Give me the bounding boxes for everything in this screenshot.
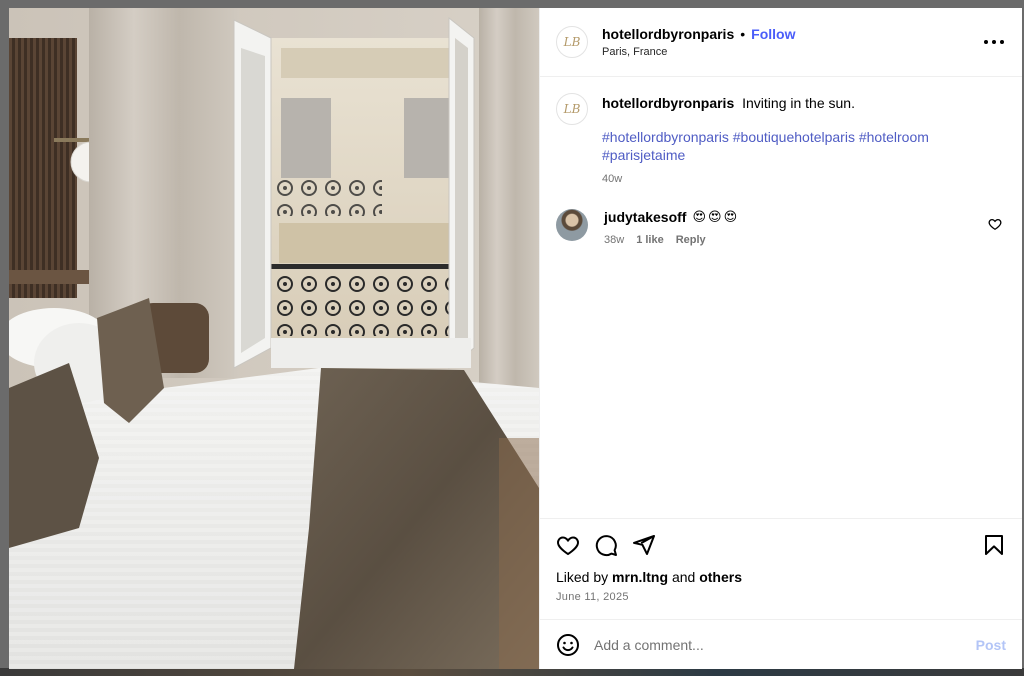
avatar-monogram: LB xyxy=(563,102,581,116)
post-panel: LB hotellordbyronparis • Follow Paris, F… xyxy=(539,8,1022,669)
comment-icon[interactable] xyxy=(594,533,618,557)
header-username[interactable]: hotellordbyronparis xyxy=(602,26,734,42)
backdrop-strip xyxy=(0,668,1024,676)
hashtag-link[interactable]: #boutiquehotelparis xyxy=(733,129,855,145)
hashtag-link[interactable]: #hotelroom xyxy=(859,129,929,145)
caption-body: hotellordbyronparis Inviting in the sun.… xyxy=(602,93,942,188)
account-avatar[interactable]: LB xyxy=(556,26,588,58)
comment-likes[interactable]: 1 like xyxy=(636,234,664,246)
hashtag-link[interactable]: #hotellordbyronparis xyxy=(602,129,729,145)
comment-like-icon[interactable] xyxy=(988,217,1002,231)
comment-text: 😍😍😍 xyxy=(692,209,740,224)
add-comment-bar: Post xyxy=(540,619,1022,669)
hashtag-link[interactable]: #parisjetaime xyxy=(602,147,685,163)
comment-body: judytakesoff 😍😍😍 38w 1 like Reply xyxy=(604,209,739,246)
comments-section: LB hotellordbyronparis Inviting in the s… xyxy=(540,77,1022,518)
comment-age[interactable]: 38w xyxy=(604,234,624,246)
liked-prefix: Liked by xyxy=(556,569,609,585)
caption: LB hotellordbyronparis Inviting in the s… xyxy=(556,93,1006,188)
comment-username[interactable]: judytakesoff xyxy=(604,209,686,225)
header-text: hotellordbyronparis • Follow Paris, Fran… xyxy=(602,26,795,58)
liked-by: Liked by mrn.ltng and others xyxy=(556,569,1006,585)
heart-icon[interactable] xyxy=(556,533,580,557)
reply-button[interactable]: Reply xyxy=(676,234,706,246)
emoji-icon[interactable] xyxy=(556,633,580,657)
caption-age[interactable]: 40w xyxy=(602,170,942,188)
comment-meta: 38w 1 like Reply xyxy=(604,234,739,246)
caption-username[interactable]: hotellordbyronparis xyxy=(602,95,734,111)
more-horizontal-icon[interactable] xyxy=(984,34,1004,50)
action-bar: Liked by mrn.ltng and others June 11, 20… xyxy=(540,518,1022,619)
send-icon[interactable] xyxy=(632,533,656,557)
comment-item: judytakesoff 😍😍😍 38w 1 like Reply xyxy=(556,209,1006,246)
header-line: hotellordbyronparis • Follow xyxy=(602,26,795,42)
comment-line: judytakesoff 😍😍😍 xyxy=(604,209,739,225)
comment-input[interactable] xyxy=(594,636,976,653)
hotel-room-image xyxy=(9,8,539,669)
commenter-avatar[interactable] xyxy=(556,209,588,241)
post-button[interactable]: Post xyxy=(976,637,1006,653)
follow-button[interactable]: Follow xyxy=(751,26,795,42)
hashtags: #hotellordbyronparis #boutiquehotelparis… xyxy=(602,128,942,164)
post-modal: LB hotellordbyronparis • Follow Paris, F… xyxy=(9,8,1022,669)
avatar-monogram: LB xyxy=(563,35,581,49)
location-link[interactable]: Paris, France xyxy=(602,46,795,58)
dot-separator: • xyxy=(740,26,746,42)
liked-user[interactable]: mrn.ltng xyxy=(612,569,668,585)
caption-text: Inviting in the sun. xyxy=(742,95,855,111)
liked-conj: and xyxy=(671,569,696,585)
post-photo[interactable] xyxy=(9,8,539,669)
post-date[interactable]: June 11, 2025 xyxy=(556,591,1006,603)
bookmark-icon[interactable] xyxy=(982,533,1006,557)
caption-line: hotellordbyronparis Inviting in the sun. xyxy=(602,94,942,112)
caption-avatar[interactable]: LB xyxy=(556,93,588,125)
post-header: LB hotellordbyronparis • Follow Paris, F… xyxy=(540,8,1022,77)
liked-others[interactable]: others xyxy=(699,569,742,585)
action-row xyxy=(556,531,1006,559)
